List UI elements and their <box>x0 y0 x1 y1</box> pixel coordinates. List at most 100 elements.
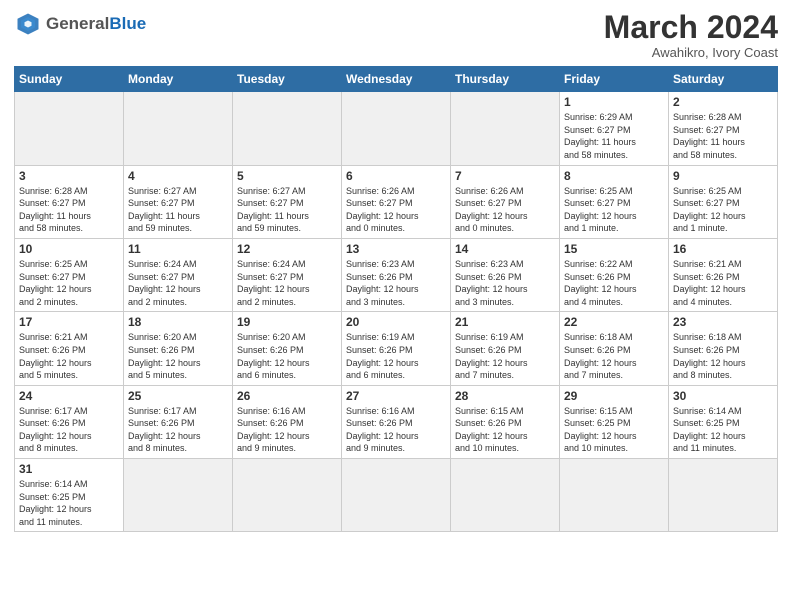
page: GeneralBlue March 2024 Awahikro, Ivory C… <box>0 0 792 612</box>
calendar-cell: 18 Sunrise: 6:20 AM Sunset: 6:26 PM Dayli… <box>124 312 233 385</box>
calendar-cell: 6Sunrise: 6:26 AM Sunset: 6:27 PM Daylig… <box>342 165 451 238</box>
day-info: Sunrise: 6:25 AM Sunset: 6:27 PM Dayligh… <box>564 185 664 235</box>
day-info: Sunrise: 6:19 AM Sunset: 6:26 PM Dayligh… <box>346 331 446 381</box>
calendar-cell <box>124 459 233 532</box>
day-info: Sunrise: 6:29 AM Sunset: 6:27 PM Dayligh… <box>564 111 664 161</box>
day-number: 31 <box>19 462 119 476</box>
day-number: 8 <box>564 169 664 183</box>
day-number: 6 <box>346 169 446 183</box>
calendar-cell: 17Sunrise: 6:21 AM Sunset: 6:26 PM Dayli… <box>15 312 124 385</box>
day-info: Sunrise: 6:20 AM Sunset: 6:26 PM Dayligh… <box>237 331 337 381</box>
calendar-cell <box>15 92 124 165</box>
day-number: 25 <box>128 389 228 403</box>
day-info: Sunrise: 6:27 AM Sunset: 6:27 PM Dayligh… <box>128 185 228 235</box>
calendar-week-row: 24Sunrise: 6:17 AM Sunset: 6:26 PM Dayli… <box>15 385 778 458</box>
calendar-cell: 4 Sunrise: 6:27 AM Sunset: 6:27 PM Daylig… <box>124 165 233 238</box>
calendar-header-friday: Friday <box>560 67 669 92</box>
day-number: 2 <box>673 95 773 109</box>
calendar-cell <box>669 459 778 532</box>
day-number: 9 <box>673 169 773 183</box>
calendar-cell: 7 Sunrise: 6:26 AM Sunset: 6:27 PM Daylig… <box>451 165 560 238</box>
calendar-cell: 5Sunrise: 6:27 AM Sunset: 6:27 PM Daylig… <box>233 165 342 238</box>
day-number: 4 <box>128 169 228 183</box>
calendar-week-row: 10 Sunrise: 6:25 AM Sunset: 6:27 PM Dayli… <box>15 238 778 311</box>
day-info: Sunrise: 6:18 AM Sunset: 6:26 PM Dayligh… <box>673 331 773 381</box>
calendar-header-monday: Monday <box>124 67 233 92</box>
day-number: 13 <box>346 242 446 256</box>
day-info: Sunrise: 6:15 AM Sunset: 6:26 PM Dayligh… <box>455 405 555 455</box>
day-number: 18 <box>128 315 228 329</box>
calendar-cell <box>233 459 342 532</box>
calendar-cell: 29 Sunrise: 6:15 AM Sunset: 6:25 PM Dayli… <box>560 385 669 458</box>
logo-icon <box>14 10 42 38</box>
day-info: Sunrise: 6:17 AM Sunset: 6:26 PM Dayligh… <box>128 405 228 455</box>
day-info: Sunrise: 6:14 AM Sunset: 6:25 PM Dayligh… <box>673 405 773 455</box>
day-info: Sunrise: 6:21 AM Sunset: 6:26 PM Dayligh… <box>19 331 119 381</box>
header: GeneralBlue March 2024 Awahikro, Ivory C… <box>14 10 778 60</box>
day-number: 20 <box>346 315 446 329</box>
calendar-cell: 2 Sunrise: 6:28 AM Sunset: 6:27 PM Daylig… <box>669 92 778 165</box>
month-year: March 2024 <box>604 10 778 45</box>
calendar-header-thursday: Thursday <box>451 67 560 92</box>
calendar-header-sunday: Sunday <box>15 67 124 92</box>
calendar-header-row: SundayMondayTuesdayWednesdayThursdayFrid… <box>15 67 778 92</box>
logo-text: GeneralBlue <box>46 14 146 34</box>
day-number: 10 <box>19 242 119 256</box>
day-info: Sunrise: 6:28 AM Sunset: 6:27 PM Dayligh… <box>19 185 119 235</box>
calendar-cell: 26 Sunrise: 6:16 AM Sunset: 6:26 PM Dayli… <box>233 385 342 458</box>
day-info: Sunrise: 6:16 AM Sunset: 6:26 PM Dayligh… <box>346 405 446 455</box>
calendar-cell: 16Sunrise: 6:21 AM Sunset: 6:26 PM Dayli… <box>669 238 778 311</box>
day-number: 7 <box>455 169 555 183</box>
day-info: Sunrise: 6:24 AM Sunset: 6:27 PM Dayligh… <box>128 258 228 308</box>
day-number: 12 <box>237 242 337 256</box>
calendar-cell: 15Sunrise: 6:22 AM Sunset: 6:26 PM Dayli… <box>560 238 669 311</box>
calendar-cell: 14Sunrise: 6:23 AM Sunset: 6:26 PM Dayli… <box>451 238 560 311</box>
day-number: 26 <box>237 389 337 403</box>
day-info: Sunrise: 6:15 AM Sunset: 6:25 PM Dayligh… <box>564 405 664 455</box>
calendar-cell: 9Sunrise: 6:25 AM Sunset: 6:27 PM Daylig… <box>669 165 778 238</box>
calendar-cell: 13 Sunrise: 6:23 AM Sunset: 6:26 PM Dayli… <box>342 238 451 311</box>
day-number: 11 <box>128 242 228 256</box>
calendar-cell <box>451 92 560 165</box>
calendar-week-row: 3Sunrise: 6:28 AM Sunset: 6:27 PM Daylig… <box>15 165 778 238</box>
calendar-week-row: 31Sunrise: 6:14 AM Sunset: 6:25 PM Dayli… <box>15 459 778 532</box>
calendar-header-tuesday: Tuesday <box>233 67 342 92</box>
day-number: 21 <box>455 315 555 329</box>
calendar-cell: 24Sunrise: 6:17 AM Sunset: 6:26 PM Dayli… <box>15 385 124 458</box>
calendar-cell: 8 Sunrise: 6:25 AM Sunset: 6:27 PM Daylig… <box>560 165 669 238</box>
calendar-cell: 1 Sunrise: 6:29 AM Sunset: 6:27 PM Daylig… <box>560 92 669 165</box>
calendar-cell: 23Sunrise: 6:18 AM Sunset: 6:26 PM Dayli… <box>669 312 778 385</box>
calendar-cell <box>342 92 451 165</box>
day-info: Sunrise: 6:17 AM Sunset: 6:26 PM Dayligh… <box>19 405 119 455</box>
calendar-week-row: 17Sunrise: 6:21 AM Sunset: 6:26 PM Dayli… <box>15 312 778 385</box>
calendar-cell: 20 Sunrise: 6:19 AM Sunset: 6:26 PM Dayli… <box>342 312 451 385</box>
calendar-cell: 21 Sunrise: 6:19 AM Sunset: 6:26 PM Dayli… <box>451 312 560 385</box>
day-number: 29 <box>564 389 664 403</box>
calendar-week-row: 1 Sunrise: 6:29 AM Sunset: 6:27 PM Daylig… <box>15 92 778 165</box>
calendar-cell: 22Sunrise: 6:18 AM Sunset: 6:26 PM Dayli… <box>560 312 669 385</box>
day-number: 1 <box>564 95 664 109</box>
calendar-cell: 28 Sunrise: 6:15 AM Sunset: 6:26 PM Dayli… <box>451 385 560 458</box>
day-info: Sunrise: 6:24 AM Sunset: 6:27 PM Dayligh… <box>237 258 337 308</box>
day-info: Sunrise: 6:28 AM Sunset: 6:27 PM Dayligh… <box>673 111 773 161</box>
day-number: 27 <box>346 389 446 403</box>
day-info: Sunrise: 6:23 AM Sunset: 6:26 PM Dayligh… <box>346 258 446 308</box>
day-number: 28 <box>455 389 555 403</box>
calendar-cell <box>124 92 233 165</box>
day-number: 19 <box>237 315 337 329</box>
day-info: Sunrise: 6:21 AM Sunset: 6:26 PM Dayligh… <box>673 258 773 308</box>
calendar-cell: 25 Sunrise: 6:17 AM Sunset: 6:26 PM Dayli… <box>124 385 233 458</box>
day-info: Sunrise: 6:27 AM Sunset: 6:27 PM Dayligh… <box>237 185 337 235</box>
day-info: Sunrise: 6:20 AM Sunset: 6:26 PM Dayligh… <box>128 331 228 381</box>
calendar-cell: 3Sunrise: 6:28 AM Sunset: 6:27 PM Daylig… <box>15 165 124 238</box>
calendar-cell: 19 Sunrise: 6:20 AM Sunset: 6:26 PM Dayli… <box>233 312 342 385</box>
calendar-cell <box>451 459 560 532</box>
calendar-cell: 30Sunrise: 6:14 AM Sunset: 6:25 PM Dayli… <box>669 385 778 458</box>
day-info: Sunrise: 6:26 AM Sunset: 6:27 PM Dayligh… <box>455 185 555 235</box>
day-info: Sunrise: 6:19 AM Sunset: 6:26 PM Dayligh… <box>455 331 555 381</box>
day-info: Sunrise: 6:22 AM Sunset: 6:26 PM Dayligh… <box>564 258 664 308</box>
day-number: 14 <box>455 242 555 256</box>
day-info: Sunrise: 6:16 AM Sunset: 6:26 PM Dayligh… <box>237 405 337 455</box>
day-info: Sunrise: 6:25 AM Sunset: 6:27 PM Dayligh… <box>19 258 119 308</box>
calendar-cell <box>560 459 669 532</box>
